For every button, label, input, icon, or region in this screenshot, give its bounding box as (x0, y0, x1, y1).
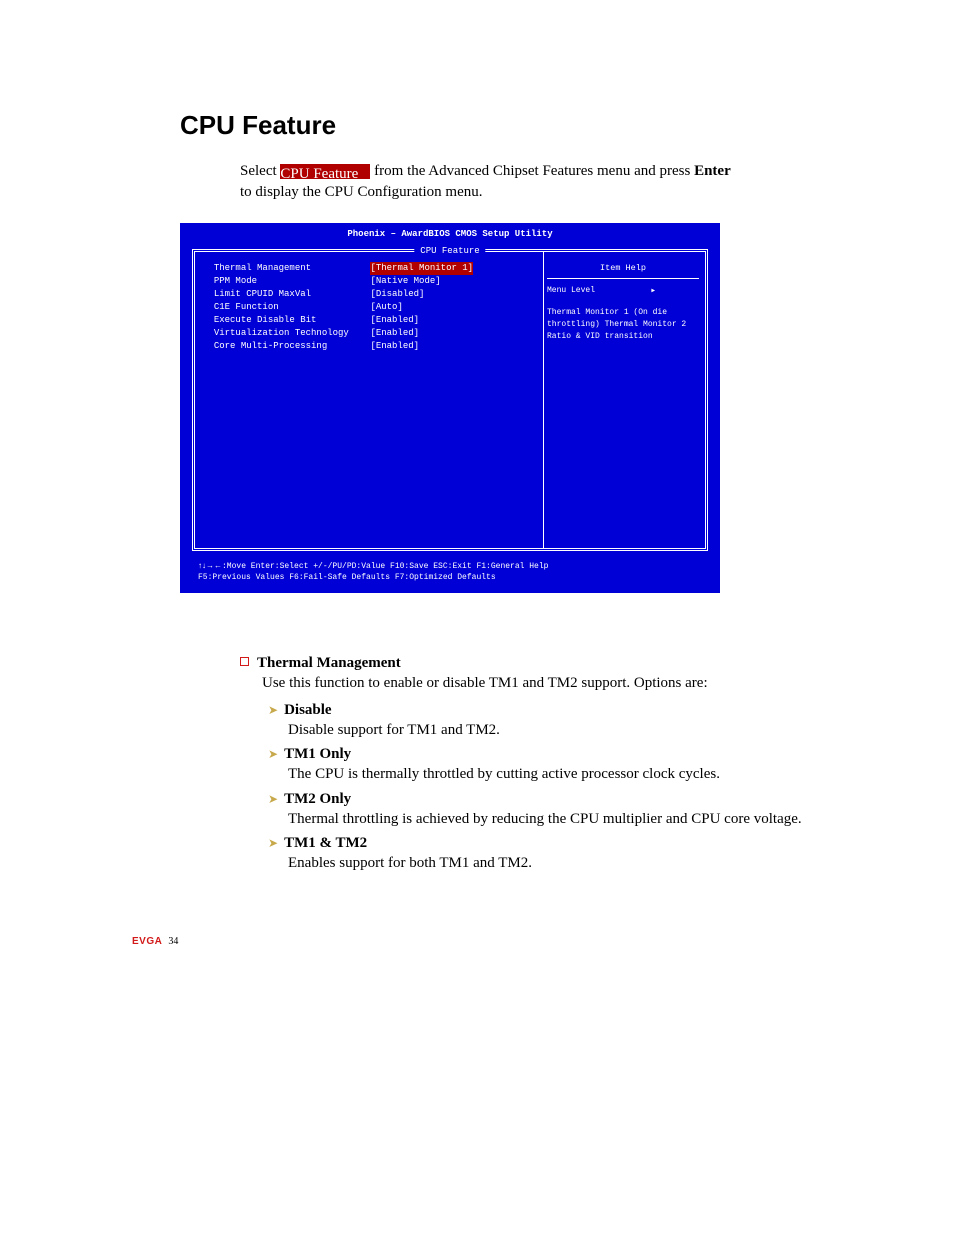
bios-key-footer: ↑↓→←:Move Enter:Select +/-/PU/PD:Value F… (198, 560, 702, 583)
bios-row-value: [Enabled] (370, 328, 419, 338)
bios-row-value: [Enabled] (370, 315, 419, 325)
bios-help-panel: Item Help Menu Level ▶ Thermal Monitor 1… (547, 262, 699, 343)
bios-row-value: [Disabled] (370, 289, 424, 299)
arrow-keys-icon: ↑↓→← (198, 561, 222, 570)
triangle-bullet-icon: ➤ (268, 703, 278, 717)
bios-row-value-selected: [Thermal Monitor 1] (370, 262, 473, 275)
bios-row-cpuid[interactable]: Limit CPUID MaxVal [Disabled] (203, 288, 535, 301)
bios-screen: Phoenix – AwardBIOS CMOS Setup Utility C… (180, 223, 720, 593)
bios-left-panel: Thermal Management [Thermal Monitor 1] P… (203, 262, 535, 353)
bios-row-label: Virtualization Technology (214, 328, 349, 338)
explain-l2-title: TM2 Only (284, 791, 351, 807)
intro-paragraph: Select CPU Feature from the Advanced Chi… (240, 161, 814, 203)
bios-row-xd[interactable]: Execute Disable Bit [Enabled] (203, 314, 535, 327)
bios-subtitle: CPU Feature (414, 246, 485, 256)
bios-help-level: Menu Level (547, 286, 595, 295)
bios-footer-line1: :Move Enter:Select +/-/PU/PD:Value F10:S… (222, 562, 548, 571)
bios-row-label: Thermal Management (214, 263, 311, 273)
bios-row-value: [Enabled] (370, 341, 419, 351)
brand-label: EVGA (132, 936, 162, 947)
explain-l1-title: Thermal Management (257, 655, 401, 671)
bios-row-ppm[interactable]: PPM Mode [Native Mode] (203, 275, 535, 288)
explain-l2-title: TM1 & TM2 (284, 835, 367, 851)
triangle-bullet-icon: ➤ (268, 792, 278, 806)
bios-row-label: Core Multi-Processing (214, 341, 327, 351)
explain-sub-tm2: ➤ TM2 Only Thermal throttling is achieved… (268, 789, 814, 830)
bios-footer-line2: F5:Previous Values F6:Fail-Safe Defaults… (198, 572, 702, 583)
triangle-right-icon: ▶ (651, 287, 655, 294)
explain-l2-body: Disable support for TM1 and TM2. (288, 720, 814, 740)
bios-row-value: [Auto] (370, 302, 402, 312)
intro-pre: Select (240, 163, 280, 179)
explain-l2-title: Disable (284, 702, 332, 718)
bios-help-box: Menu Level ▶ Thermal Monitor 1 (On die t… (547, 278, 699, 343)
bios-title: Phoenix – AwardBIOS CMOS Setup Utility (180, 229, 720, 239)
bios-row-thermal[interactable]: Thermal Management [Thermal Monitor 1] (203, 262, 535, 275)
explain-sub-disable: ➤ Disable Disable support for TM1 and TM2… (268, 700, 814, 741)
explain-item-thermal: Thermal Management Use this function to … (240, 653, 814, 694)
bios-row-vt[interactable]: Virtualization Technology [Enabled] (203, 327, 535, 340)
bios-row-label: Execute Disable Bit (214, 315, 317, 325)
explain-l1-body: Use this function to enable or disable T… (262, 673, 814, 693)
bios-border: CPU Feature Thermal Management [Thermal … (192, 249, 708, 551)
section-heading: CPU Feature (180, 110, 814, 141)
explain-l2-body: Thermal throttling is achieved by reduci… (288, 809, 814, 829)
explain-l2-body: The CPU is thermally throttled by cuttin… (288, 764, 814, 784)
bios-row-cmp[interactable]: Core Multi-Processing [Enabled] (203, 340, 535, 353)
triangle-bullet-icon: ➤ (268, 836, 278, 850)
bios-row-c1e[interactable]: C1E Function [Auto] (203, 301, 535, 314)
bios-help-head: Item Help (547, 262, 699, 274)
intro-enter: Enter (694, 163, 731, 179)
bios-divider (543, 252, 544, 548)
page-footer: EVGA 34 (132, 936, 178, 947)
triangle-bullet-icon: ➤ (268, 747, 278, 761)
intro-highlight: CPU Feature (280, 164, 370, 179)
bios-row-label: PPM Mode (214, 276, 257, 286)
page-number: 34 (168, 936, 178, 947)
explanation-section: Thermal Management Use this function to … (240, 653, 814, 874)
intro-post2: to display the CPU Configuration menu. (240, 184, 482, 200)
intro-post1: from the Advanced Chipset Features menu … (370, 163, 694, 179)
explain-sub-tm1tm2: ➤ TM1 & TM2 Enables support for both TM1 … (268, 833, 814, 874)
bios-row-label: Limit CPUID MaxVal (214, 289, 311, 299)
bios-row-value: [Native Mode] (370, 276, 440, 286)
explain-l2-body: Enables support for both TM1 and TM2. (288, 853, 814, 873)
bios-row-label: C1E Function (214, 302, 279, 312)
bios-help-text: Thermal Monitor 1 (On die throttling) Th… (547, 307, 699, 343)
square-bullet-icon (240, 657, 249, 666)
explain-sub-tm1: ➤ TM1 Only The CPU is thermally throttled… (268, 744, 814, 785)
explain-l2-title: TM1 Only (284, 746, 351, 762)
